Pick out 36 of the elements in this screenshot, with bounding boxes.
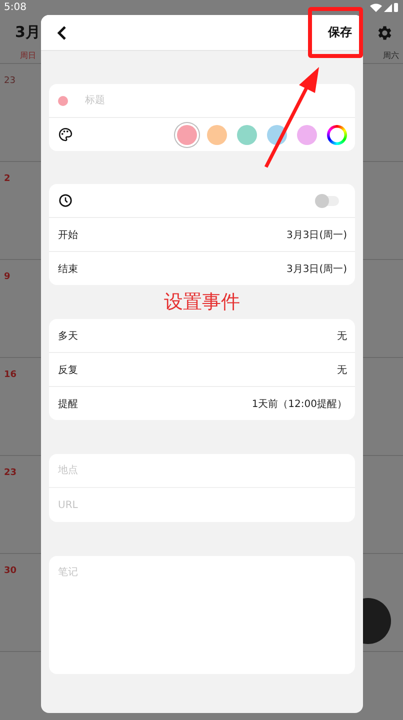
back-icon[interactable] xyxy=(56,24,68,40)
clock-icon xyxy=(58,193,73,208)
status-time: 5:08 xyxy=(4,2,26,13)
weekday-label: 周日 xyxy=(20,50,36,62)
date-value[interactable]: 3月3日(周一) xyxy=(286,228,347,242)
palette-icon[interactable] xyxy=(58,127,73,142)
toggle-switch[interactable] xyxy=(317,196,339,206)
notes-field[interactable]: 笔记 xyxy=(49,556,355,674)
row-label: 提醒 xyxy=(58,398,78,410)
location-field[interactable]: 地点 xyxy=(49,454,355,488)
color-swatch[interactable] xyxy=(177,124,197,144)
row-label: 反复 xyxy=(58,364,78,376)
option-value[interactable]: 无 xyxy=(337,328,347,342)
date-number: 9 xyxy=(4,272,10,282)
date-number: 23 xyxy=(4,76,16,86)
option-value[interactable]: 无 xyxy=(337,362,347,376)
highlight-box xyxy=(308,7,363,58)
color-swatch[interactable] xyxy=(237,124,257,144)
url-field[interactable]: URL xyxy=(49,488,355,522)
status-icons xyxy=(369,2,399,13)
month-title: 3月 xyxy=(15,23,40,42)
row-label: 开始 xyxy=(58,228,78,242)
title-field[interactable]: 标题 xyxy=(83,94,347,107)
date-number: 2 xyxy=(4,174,10,184)
date-value[interactable]: 3月3日(周一) xyxy=(286,262,347,276)
color-swatch[interactable] xyxy=(297,124,317,144)
date-number: 16 xyxy=(4,370,17,380)
annotation-text: 设置事件 xyxy=(164,290,240,315)
option-value[interactable]: 1天前（12:00提醒） xyxy=(252,396,347,410)
weekday-label: 周六 xyxy=(383,50,399,62)
row-label: 多天 xyxy=(58,330,78,342)
date-number: 23 xyxy=(4,468,17,478)
custom-color-swatch[interactable] xyxy=(327,124,347,144)
row-label: 结束 xyxy=(58,262,78,276)
date-number: 30 xyxy=(4,566,17,576)
color-swatch[interactable] xyxy=(207,124,227,144)
